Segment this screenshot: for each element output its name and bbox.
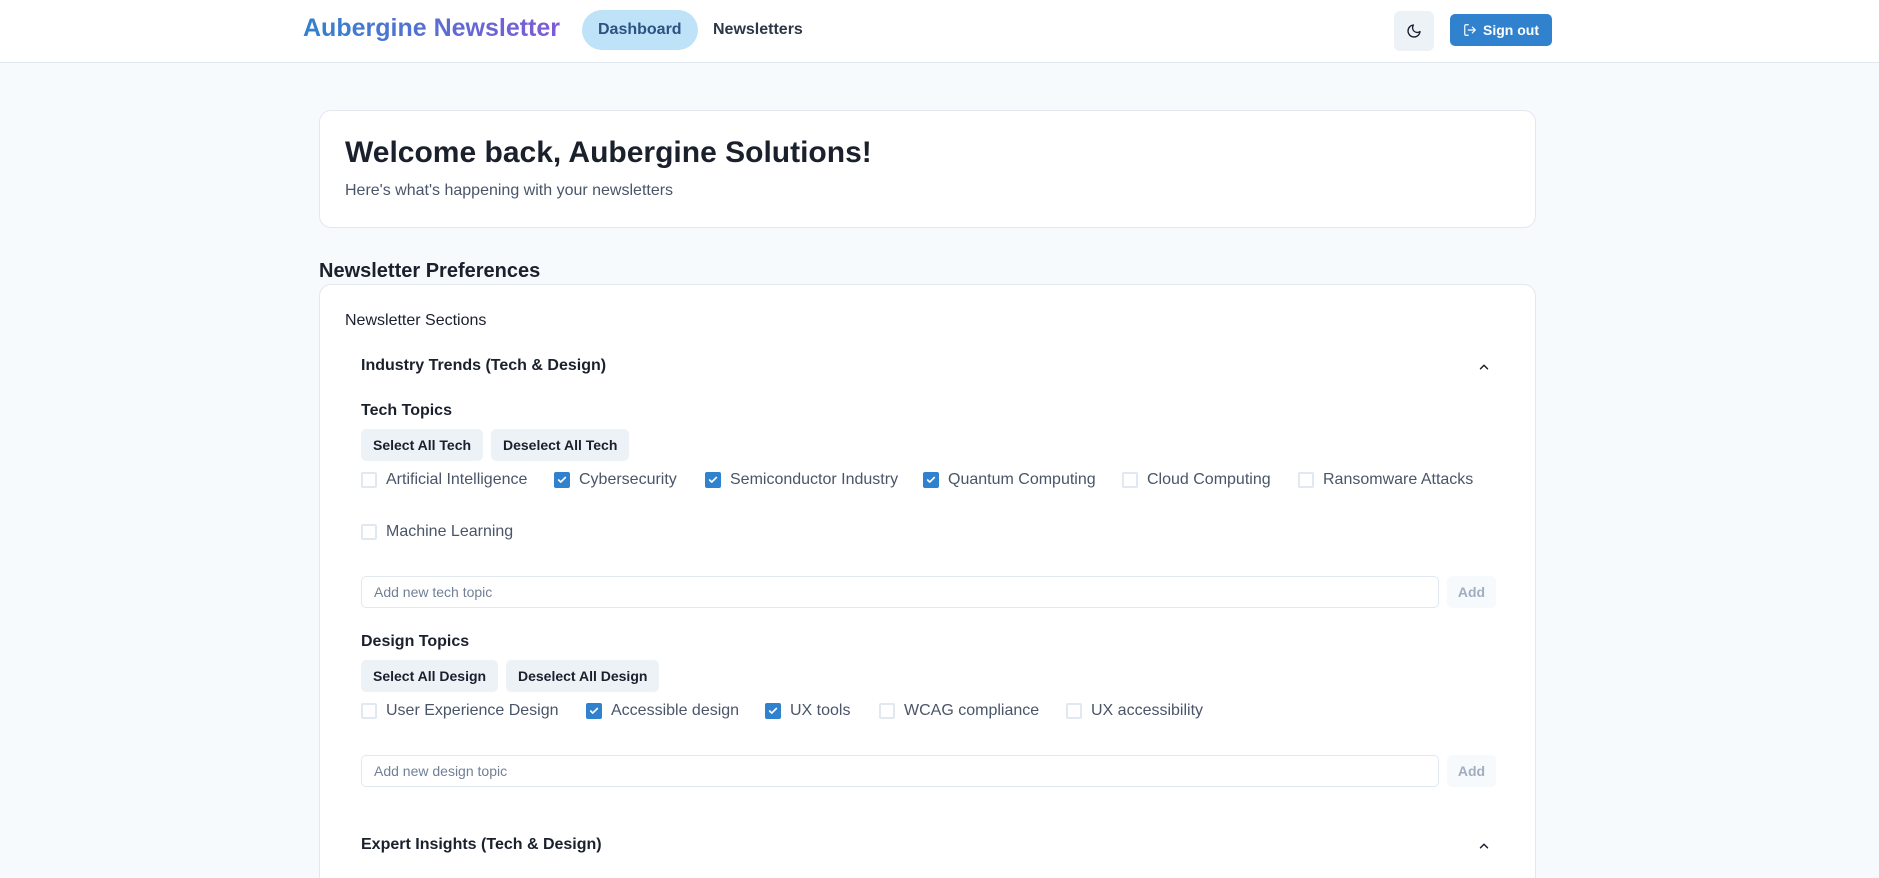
topic-label: Semiconductor Industry <box>730 471 899 488</box>
tech-topics-title: Tech Topics <box>361 402 452 419</box>
select-all-design-button[interactable]: Select All Design <box>361 660 499 692</box>
topic-label: Ransomware Attacks <box>1323 471 1474 488</box>
tech-topic-input[interactable] <box>361 576 1439 608</box>
topic-label: Quantum Computing <box>948 471 1096 488</box>
preferences-card: Newsletter Sections Industry Trends (Tec… <box>319 284 1536 878</box>
select-all-tech-button[interactable]: Select All Tech <box>361 429 484 461</box>
chevron-up-icon[interactable] <box>1476 838 1492 854</box>
checkbox-unchecked[interactable] <box>361 524 377 540</box>
checkbox-checked[interactable] <box>705 472 721 488</box>
add-tech-topic-button[interactable]: Add <box>1447 576 1496 608</box>
topic-checkbox-item[interactable]: Accessible design <box>586 702 739 720</box>
chevron-up-icon[interactable] <box>1476 359 1492 375</box>
checkbox-unchecked[interactable] <box>1066 703 1082 719</box>
topic-label: Artificial Intelligence <box>386 471 528 488</box>
topic-label: Cybersecurity <box>579 471 677 488</box>
checkbox-unchecked[interactable] <box>361 472 377 488</box>
topic-label: Cloud Computing <box>1147 471 1271 488</box>
checkbox-checked[interactable] <box>923 472 939 488</box>
checkbox-checked[interactable] <box>554 472 570 488</box>
sections-label: Newsletter Sections <box>345 312 487 329</box>
accordion-title-expert-insights[interactable]: Expert Insights (Tech & Design) <box>361 836 602 854</box>
deselect-all-tech-button[interactable]: Deselect All Tech <box>491 429 630 461</box>
topic-checkbox-item[interactable]: Cybersecurity <box>554 471 677 489</box>
sign-out-button[interactable]: Sign out <box>1450 14 1552 46</box>
welcome-card: Welcome back, Aubergine Solutions! Here'… <box>319 110 1536 228</box>
checkbox-unchecked[interactable] <box>1122 472 1138 488</box>
sign-out-icon <box>1464 24 1476 36</box>
sign-out-label: Sign out <box>1483 22 1539 38</box>
welcome-subtitle: Here's what's happening with your newsle… <box>345 182 674 199</box>
topic-label: Accessible design <box>611 702 740 719</box>
checkbox-checked[interactable] <box>765 703 781 719</box>
checkbox-unchecked[interactable] <box>361 703 377 719</box>
preferences-heading: Newsletter Preferences <box>319 260 541 282</box>
topic-label: UX accessibility <box>1091 702 1204 719</box>
top-navbar: Aubergine Newsletter Dashboard Newslette… <box>0 0 1879 63</box>
topic-checkbox-item[interactable]: Semiconductor Industry <box>705 471 898 489</box>
welcome-title: Welcome back, Aubergine Solutions! <box>345 136 872 169</box>
checkbox-unchecked[interactable] <box>879 703 895 719</box>
topic-checkbox-item[interactable]: User Experience Design <box>361 702 559 720</box>
topic-checkbox-item[interactable]: Quantum Computing <box>923 471 1096 489</box>
topic-label: User Experience Design <box>386 702 559 719</box>
nav-link-newsletters[interactable]: Newsletters <box>697 10 819 50</box>
topic-checkbox-item[interactable]: UX tools <box>765 702 850 720</box>
topic-checkbox-item[interactable]: UX accessibility <box>1066 702 1203 720</box>
topic-label: Machine Learning <box>386 523 514 540</box>
brand-logo[interactable]: Aubergine Newsletter <box>303 14 560 43</box>
design-topic-input[interactable] <box>361 755 1439 787</box>
add-design-topic-button[interactable]: Add <box>1447 755 1496 787</box>
topic-checkbox-item[interactable]: WCAG compliance <box>879 702 1039 720</box>
checkbox-checked[interactable] <box>586 703 602 719</box>
moon-icon <box>1407 24 1421 38</box>
theme-toggle-button[interactable] <box>1394 11 1434 51</box>
topic-checkbox-item[interactable]: Artificial Intelligence <box>361 471 527 489</box>
topic-checkbox-item[interactable]: Machine Learning <box>361 523 513 541</box>
topic-checkbox-item[interactable]: Cloud Computing <box>1122 471 1271 489</box>
design-topics-title: Design Topics <box>361 633 470 650</box>
topic-label: WCAG compliance <box>904 702 1040 719</box>
deselect-all-design-button[interactable]: Deselect All Design <box>506 660 660 692</box>
checkbox-unchecked[interactable] <box>1298 472 1314 488</box>
topic-label: UX tools <box>790 702 851 719</box>
accordion-title-industry-trends[interactable]: Industry Trends (Tech & Design) <box>361 357 606 375</box>
nav-link-dashboard[interactable]: Dashboard <box>582 10 698 50</box>
topic-checkbox-item[interactable]: Ransomware Attacks <box>1298 471 1473 489</box>
